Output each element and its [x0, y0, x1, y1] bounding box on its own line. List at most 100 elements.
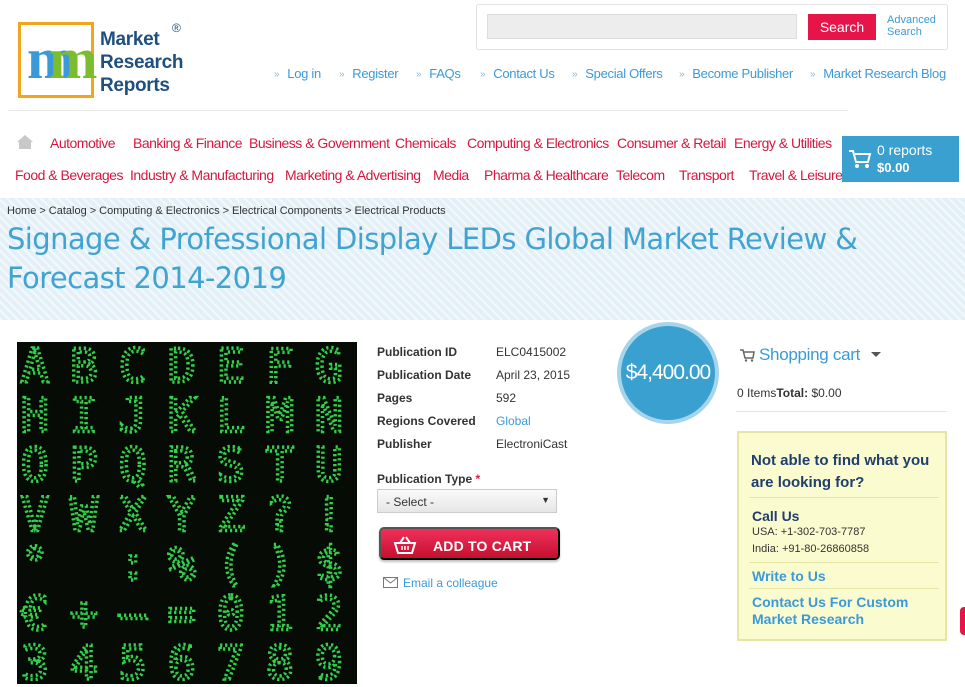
publisher-label: Publisher: [377, 437, 432, 451]
breadcrumb-separator: >: [39, 205, 46, 217]
help-divider: [749, 588, 939, 589]
led-character: ): [266, 537, 294, 591]
led-character: M: [266, 389, 294, 443]
breadcrumb-separator: >: [89, 205, 97, 217]
led-character: %: [168, 537, 196, 591]
envelope-icon: [383, 577, 398, 588]
nav-automotive[interactable]: Automotive: [50, 135, 116, 151]
nav-consumer-retail[interactable]: Consumer & Retail: [617, 135, 727, 151]
led-character: A: [21, 342, 49, 393]
home-icon[interactable]: [16, 134, 34, 150]
shopping-cart-summary: 0 ItemsTotal: $0.00: [737, 386, 842, 400]
dropdown-arrow-icon: ▼: [541, 495, 550, 505]
login-link[interactable]: Log in: [274, 66, 321, 81]
help-divider: [749, 497, 939, 498]
led-character: =: [168, 587, 196, 641]
nav-chemicals[interactable]: Chemicals: [395, 135, 456, 151]
advanced-search-line-1: Advanced: [887, 14, 936, 26]
add-to-cart-button[interactable]: ADD TO CART: [379, 527, 560, 560]
led-character: 1: [266, 587, 294, 641]
breadcrumb-components[interactable]: Electrical Components: [232, 205, 342, 217]
price-badge: $4,400.00: [617, 322, 719, 424]
cart-total-label: Total:: [776, 386, 809, 400]
shopping-cart-toggle[interactable]: Shopping cart: [759, 345, 860, 365]
breadcrumb-catalog[interactable]: Catalog: [49, 205, 87, 217]
nav-computing-electronics[interactable]: Computing & Electronics: [467, 135, 609, 151]
cart-amount: $0.00: [877, 160, 910, 175]
led-character: C: [119, 342, 147, 393]
site-logo[interactable]: m m Market Research Reports ®: [18, 21, 193, 102]
help-divider: [749, 562, 939, 563]
nav-transport[interactable]: Transport: [679, 167, 734, 183]
led-character: °: [21, 537, 49, 591]
led-character: Z: [217, 488, 245, 542]
search-button[interactable]: Search: [808, 14, 876, 40]
regions-label: Regions Covered: [377, 414, 476, 428]
page-title: Signage & Professional Display LEDs Glob…: [7, 222, 858, 295]
nav-industry-manufacturing[interactable]: Industry & Manufacturing: [130, 167, 274, 183]
india-phone: India: +91-80-26860858: [752, 543, 870, 555]
nav-energy-utilities[interactable]: Energy & Utilities: [734, 135, 832, 151]
chevron-down-icon[interactable]: [871, 352, 881, 357]
led-character: 7: [217, 636, 245, 684]
breadcrumb-products[interactable]: Electrical Products: [355, 205, 446, 217]
regions-value-link[interactable]: Global: [496, 414, 531, 428]
call-us-heading: Call Us: [752, 508, 800, 524]
logo-text: Market Research Reports: [100, 28, 183, 97]
feedback-tab[interactable]: [960, 607, 965, 635]
logo-line-1: Market: [100, 29, 160, 50]
price-value: $4,400.00: [625, 361, 711, 384]
breadcrumb-home[interactable]: Home: [7, 205, 36, 217]
search-input[interactable]: [487, 14, 797, 39]
custom-research-link[interactable]: Contact Us For Custom Market Research: [752, 594, 942, 628]
nav-marketing-advertising[interactable]: Marketing & Advertising: [285, 167, 421, 183]
special-offers-link[interactable]: Special Offers: [572, 66, 663, 81]
advanced-search-link[interactable]: Advanced Search: [887, 14, 947, 38]
led-character: :: [119, 537, 147, 591]
breadcrumb: Home > Catalog > Computing & Electronics > Ele…: [7, 205, 446, 217]
cart-report-count: 0 reports: [877, 142, 933, 158]
led-character: €: [21, 587, 49, 641]
register-link[interactable]: Register: [339, 66, 398, 81]
nav-business-government[interactable]: Business & Government: [249, 135, 390, 151]
nav-travel-leisure[interactable]: Travel & Leisure: [749, 167, 843, 183]
led-character: B: [70, 342, 98, 393]
email-colleague-link[interactable]: Email a colleague: [403, 576, 498, 590]
contact-us-link[interactable]: Contact Us: [480, 66, 555, 81]
publication-type-select[interactable]: - Select - ▼: [377, 489, 557, 513]
publication-type-selected: - Select -: [386, 495, 435, 509]
led-character: 4: [70, 636, 98, 684]
product-image: A B C D E F G H I J K L M N O P Q R S T U V W X Y Z?! °:% () $ € + – = 0 1…: [17, 342, 357, 684]
led-character: Y: [168, 488, 196, 542]
become-publisher-link[interactable]: Become Publisher: [679, 66, 793, 81]
breadcrumb-computing[interactable]: Computing & Electronics: [99, 205, 219, 217]
breadcrumb-separator: >: [222, 205, 230, 217]
nav-food-beverages[interactable]: Food & Beverages: [15, 167, 123, 183]
nav-media[interactable]: Media: [433, 167, 469, 183]
led-display-graphic: A B C D E F G H I J K L M N O P Q R S T U V W X Y Z? ! °:% () $ € + – = 0 1…: [17, 342, 357, 684]
led-character: L: [217, 389, 245, 443]
nav-banking-finance[interactable]: Banking & Finance: [133, 135, 243, 151]
header-cart[interactable]: 0 reports $0.00: [842, 136, 959, 182]
led-character: N: [315, 389, 343, 443]
publication-id-value: ELC0415002: [496, 345, 567, 359]
led-character: H: [21, 389, 49, 443]
publication-date-label: Publication Date: [377, 368, 472, 382]
write-to-us-link[interactable]: Write to Us: [752, 568, 942, 585]
led-character: 9: [315, 636, 343, 684]
led-character: S: [217, 438, 245, 492]
publication-date-value: April 23, 2015: [496, 368, 571, 382]
advanced-search-line-2: Search: [887, 26, 922, 38]
pages-label: Pages: [377, 391, 413, 405]
cart-total-value: $0.00: [808, 386, 842, 400]
blog-link[interactable]: Market Research Blog: [810, 66, 946, 81]
publication-type-label: Publication Type *: [377, 472, 480, 486]
breadcrumb-separator: >: [345, 205, 352, 217]
publication-id-label: Publication ID: [377, 345, 458, 359]
nav-pharma-healthcare[interactable]: Pharma & Healthcare: [484, 167, 609, 183]
faqs-link[interactable]: FAQs: [416, 66, 461, 81]
led-character: E: [217, 342, 245, 393]
nav-telecom[interactable]: Telecom: [616, 167, 665, 183]
pages-value: 592: [496, 391, 517, 405]
logo-mark: m m: [18, 22, 97, 98]
